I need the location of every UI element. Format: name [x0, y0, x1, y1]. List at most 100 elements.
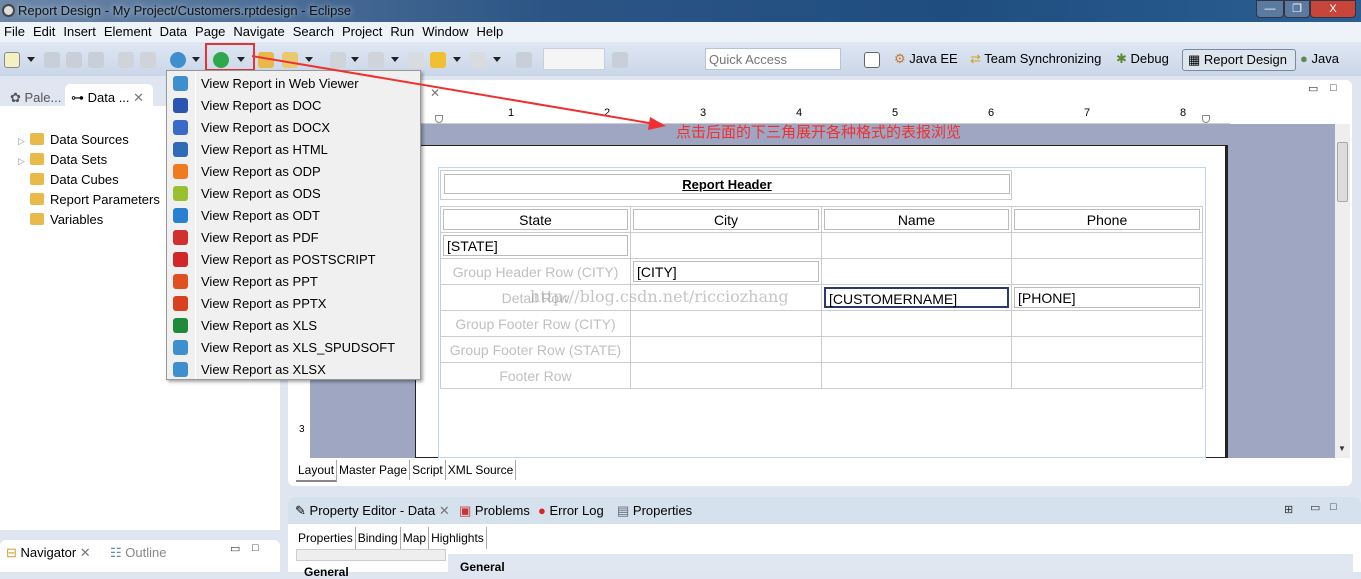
- tree-data-cubes[interactable]: Data Cubes: [18, 172, 119, 187]
- maximize-view-icon[interactable]: □: [252, 542, 259, 554]
- menu-page[interactable]: Page: [191, 22, 229, 39]
- menu-file[interactable]: File: [0, 22, 29, 39]
- close-tab-icon[interactable]: ✕: [439, 503, 450, 518]
- edit-dropdown[interactable]: [305, 57, 313, 62]
- menu-item-view-report[interactable]: View Report as ODT: [167, 205, 420, 227]
- tab-xml-source[interactable]: XML Source: [446, 460, 517, 480]
- perspective-team-sync[interactable]: ⇄ Team Synchronizing: [970, 51, 1101, 67]
- tab-script[interactable]: Script: [410, 460, 446, 480]
- back-dropdown[interactable]: [453, 57, 461, 62]
- column-header-name[interactable]: Name: [824, 209, 1009, 230]
- undo-icon[interactable]: [118, 52, 134, 68]
- maximize-panel-icon[interactable]: □: [1330, 501, 1337, 513]
- menu-item-view-report[interactable]: View Report as ODS: [167, 183, 420, 205]
- perspective-java-ee[interactable]: ⚙ Java EE: [894, 51, 958, 67]
- save-all-icon[interactable]: [66, 52, 82, 68]
- edit-icon[interactable]: [282, 52, 298, 68]
- prev-annotation-icon[interactable]: [368, 52, 384, 68]
- report-header-label[interactable]: Report Header: [444, 174, 1010, 194]
- close-button[interactable]: X: [1310, 0, 1356, 18]
- maximize-editor-icon[interactable]: □: [1330, 82, 1337, 94]
- tree-data-sets[interactable]: ▷ Data Sets: [18, 152, 107, 167]
- menu-item-view-report[interactable]: View Report as POSTSCRIPT: [167, 249, 420, 271]
- tab-problems[interactable]: ▣ Problems: [459, 503, 530, 519]
- tree-report-parameters[interactable]: Report Parameters: [18, 192, 160, 207]
- menu-item-view-report[interactable]: View Report in Web Viewer: [167, 73, 420, 95]
- last-edit-icon[interactable]: [408, 52, 424, 68]
- menu-item-view-report[interactable]: View Report as ODP: [167, 161, 420, 183]
- menu-data[interactable]: Data: [156, 22, 191, 39]
- city-field[interactable]: [CITY]: [633, 261, 819, 282]
- zoom-combo[interactable]: [543, 48, 605, 70]
- perspective-debug[interactable]: ✱ Debug: [1116, 51, 1169, 67]
- scroll-thumb[interactable]: [1337, 142, 1348, 202]
- menu-insert[interactable]: Insert: [59, 22, 100, 39]
- menu-item-view-report[interactable]: View Report as DOC: [167, 95, 420, 117]
- tab-error-log[interactable]: ● Error Log: [538, 503, 604, 518]
- menu-item-view-report[interactable]: View Report as DOCX: [167, 117, 420, 139]
- customername-field[interactable]: [CUSTOMERNAME]: [824, 287, 1009, 308]
- menu-navigate[interactable]: Navigate: [229, 22, 288, 39]
- tab-data-explorer[interactable]: ⊶ Data ... ✕: [65, 84, 153, 108]
- vertical-scrollbar[interactable]: ▼: [1335, 124, 1350, 458]
- forward-icon[interactable]: [470, 52, 486, 68]
- category-general[interactable]: General: [304, 565, 349, 579]
- column-header-city[interactable]: City: [633, 209, 819, 230]
- close-tab-icon[interactable]: ✕: [80, 545, 91, 560]
- menu-search[interactable]: Search: [289, 22, 338, 39]
- tree-variables[interactable]: Variables: [18, 212, 103, 227]
- minimize-button[interactable]: —: [1256, 0, 1284, 18]
- menu-item-view-report[interactable]: View Report as XLSX: [167, 359, 420, 381]
- subtab-map[interactable]: Map: [401, 527, 430, 549]
- save-icon[interactable]: [44, 52, 60, 68]
- redo-icon[interactable]: [140, 52, 156, 68]
- minimize-editor-icon[interactable]: ▭: [1308, 82, 1318, 95]
- next-annotation-dropdown[interactable]: [351, 57, 359, 62]
- tab-outline[interactable]: ☷ Outline: [110, 545, 166, 561]
- tab-palette[interactable]: ✿ Pale...: [4, 84, 67, 108]
- view-menu-icon[interactable]: ⊞: [1284, 503, 1293, 516]
- tab-navigator[interactable]: ⊟ Navigator ✕: [6, 545, 91, 561]
- open-perspective-icon[interactable]: [864, 52, 880, 68]
- print-icon[interactable]: [88, 52, 104, 68]
- web-viewer-icon[interactable]: [170, 52, 186, 68]
- tab-property-editor[interactable]: ✎ Property Editor - Data ✕: [295, 503, 450, 519]
- close-tab-icon[interactable]: ✕: [133, 90, 144, 105]
- toggle-icon[interactable]: [612, 52, 628, 68]
- minimize-view-icon[interactable]: ▭: [230, 542, 240, 555]
- forward-dropdown[interactable]: [493, 57, 501, 62]
- tab-layout[interactable]: Layout: [296, 460, 338, 482]
- perspective-java[interactable]: ● Java: [1300, 51, 1339, 66]
- menu-item-view-report[interactable]: View Report as XLS_SPUDSOFT: [167, 337, 420, 359]
- menu-element[interactable]: Element: [100, 22, 156, 39]
- quick-access-input[interactable]: [705, 48, 841, 70]
- phone-field[interactable]: [PHONE]: [1014, 287, 1200, 308]
- tab-master-page[interactable]: Master Page: [337, 460, 411, 480]
- tree-data-sources[interactable]: ▷ Data Sources: [18, 132, 129, 147]
- menu-edit[interactable]: Edit: [29, 22, 59, 39]
- new-dropdown[interactable]: [27, 57, 35, 62]
- menu-item-view-report[interactable]: View Report as PDF: [167, 227, 420, 249]
- menu-window[interactable]: Window: [418, 22, 472, 39]
- menu-item-view-report[interactable]: View Report as PPTX: [167, 293, 420, 315]
- prev-annotation-dropdown[interactable]: [391, 57, 399, 62]
- menu-item-view-report[interactable]: View Report as HTML: [167, 139, 420, 161]
- menu-item-view-report[interactable]: View Report as XLS: [167, 315, 420, 337]
- tab-properties[interactable]: ▤ Properties: [617, 503, 692, 519]
- restore-button[interactable]: ❐: [1284, 0, 1310, 18]
- left-margin-marker[interactable]: [435, 115, 443, 123]
- expand-icon[interactable]: ▷: [18, 156, 30, 167]
- menu-help[interactable]: Help: [473, 22, 508, 39]
- state-field[interactable]: [STATE]: [443, 235, 628, 256]
- column-header-phone[interactable]: Phone: [1014, 209, 1200, 230]
- subtab-highlights[interactable]: Highlights: [429, 527, 487, 549]
- scroll-down-icon[interactable]: ▼: [1338, 444, 1346, 453]
- subtab-properties[interactable]: Properties: [296, 527, 356, 549]
- right-margin-marker[interactable]: [1202, 115, 1210, 123]
- back-icon[interactable]: [430, 52, 446, 68]
- menu-item-view-report[interactable]: View Report as PPT: [167, 271, 420, 293]
- next-annotation-icon[interactable]: [330, 52, 346, 68]
- expand-icon[interactable]: ▷: [18, 136, 30, 147]
- close-editor-icon[interactable]: ✕: [430, 86, 440, 100]
- new-icon[interactable]: [4, 52, 20, 68]
